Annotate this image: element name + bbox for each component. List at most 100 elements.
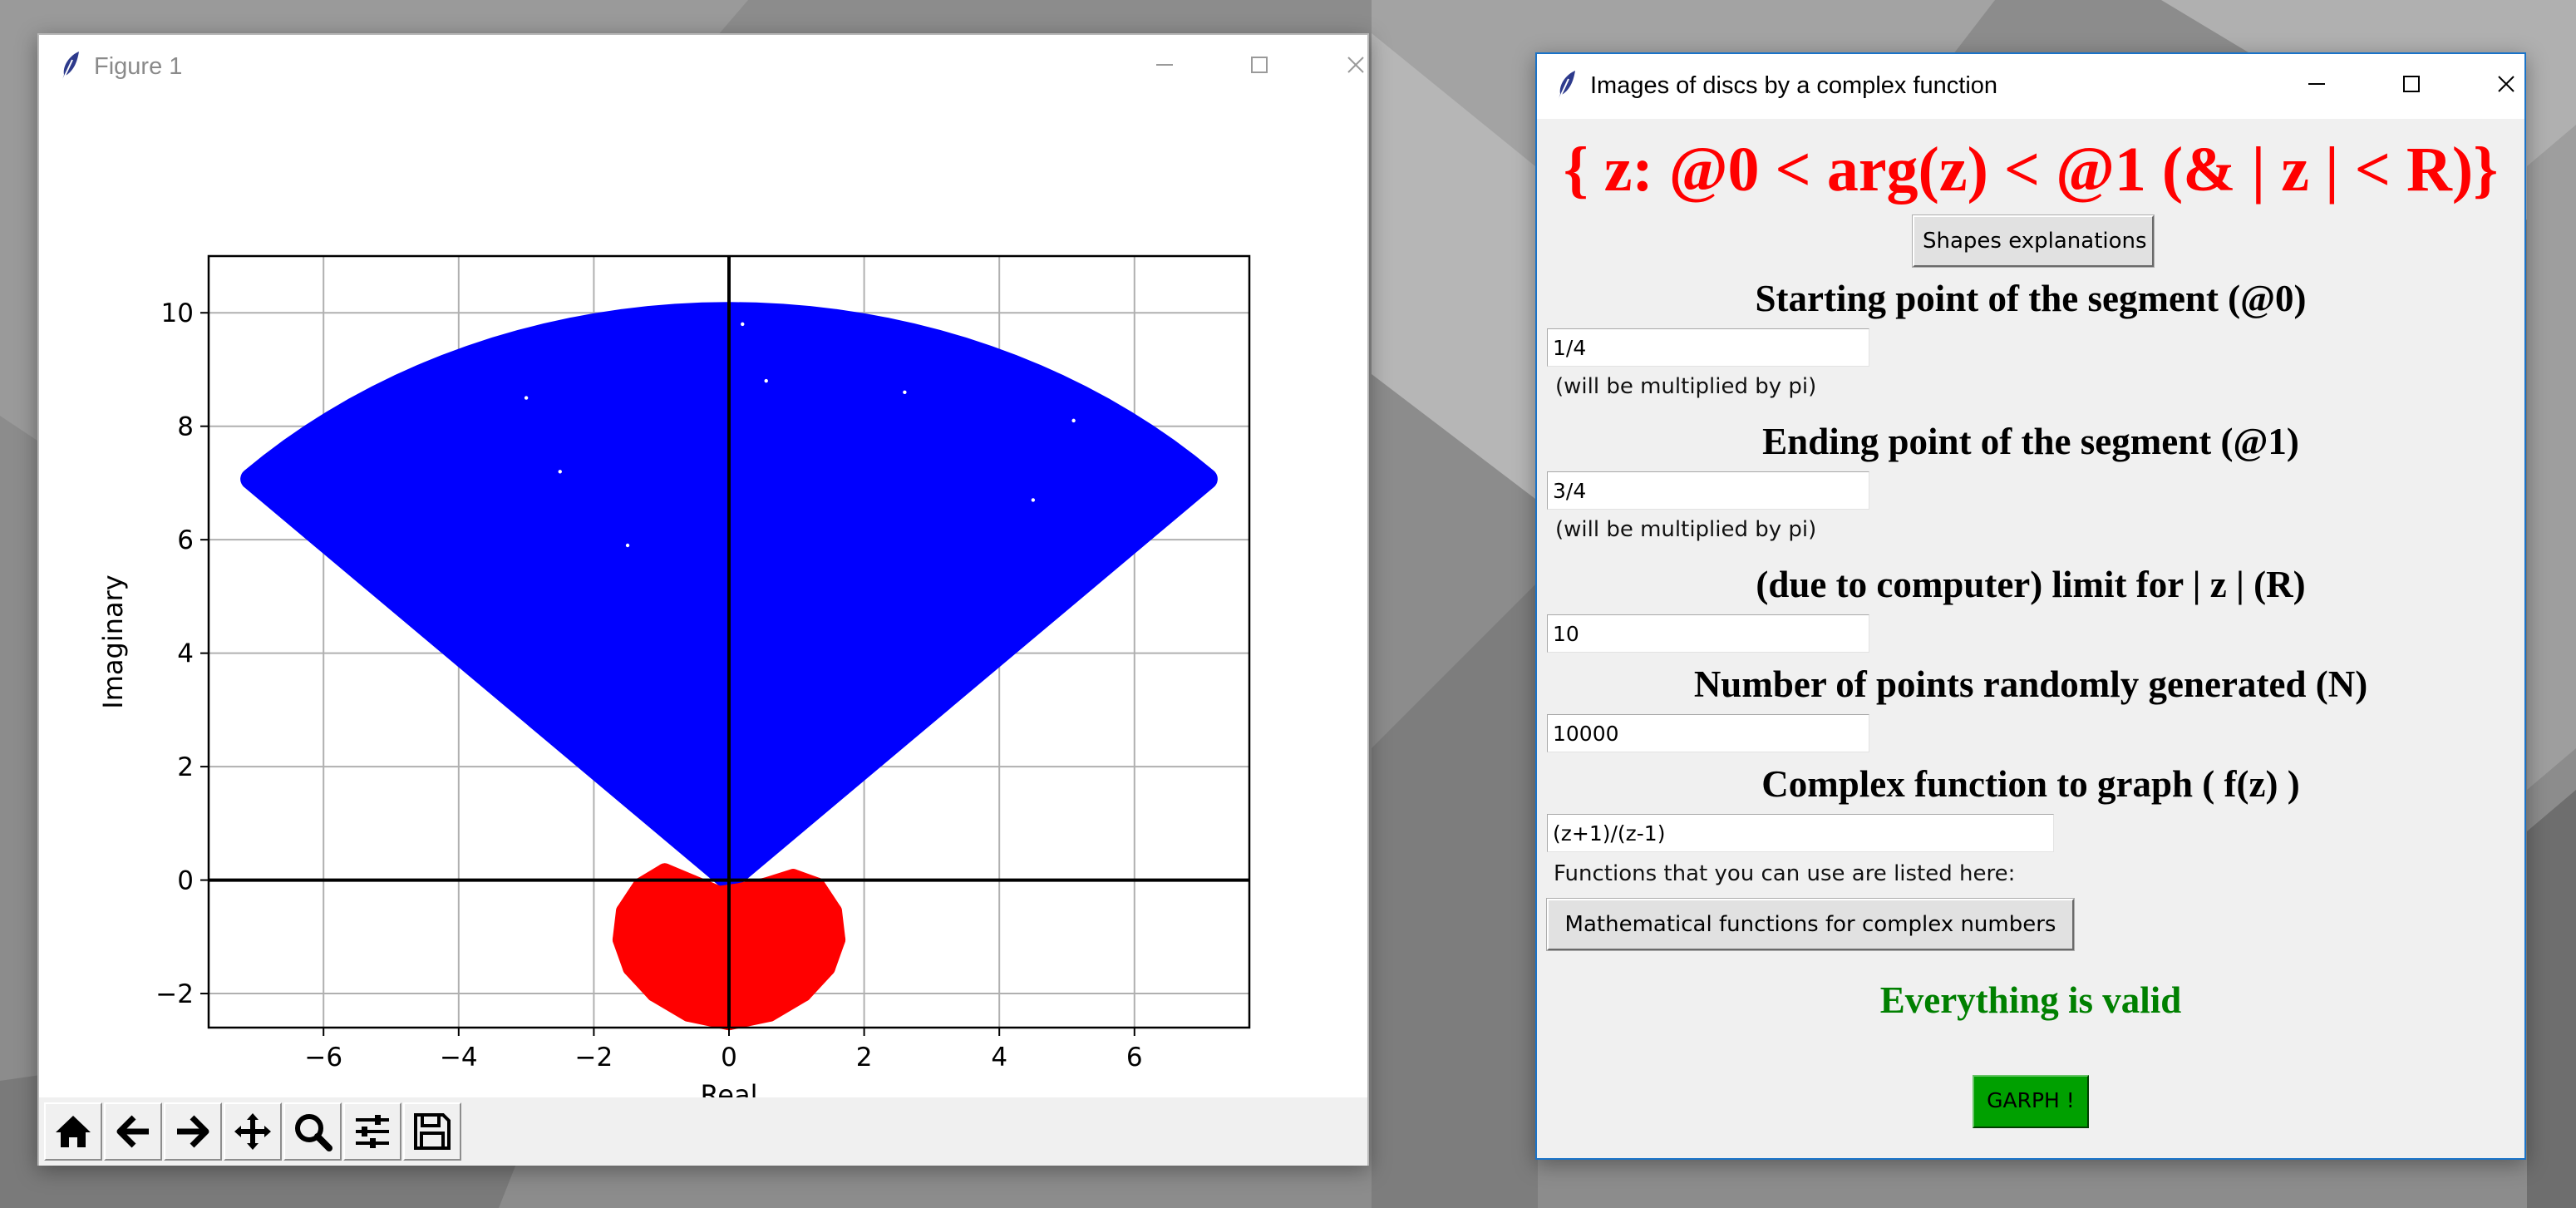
modulus-limit-input[interactable] [1547,614,1869,653]
y-tick-label: 6 [177,525,194,555]
configure-subplots-icon [356,1115,389,1148]
blue-point [1040,373,1061,394]
home-icon [56,1116,91,1147]
plot-canvas[interactable]: −6 −4 −2 0 2 4 6 −2 0 2 4 6 8 10 Real Imaginary [39,100,1367,1097]
blue-point [596,315,617,336]
minimize-button[interactable] [1131,40,1198,90]
y-tick-label: 4 [177,639,194,669]
points-count-label: Number of points randomly generated (N) [1693,663,2368,705]
start-point-note: (will be multiplied by pi) [1555,374,1817,399]
minimize-icon [2308,83,2325,85]
close-button[interactable] [2473,59,2539,109]
red-point [656,863,673,880]
region-definition-heading: { z: @0 < arg(z) < @1 (& | z | < R)} [1563,135,2499,205]
red-point [731,883,748,900]
red-point [646,985,663,1003]
pan-icon [234,1113,271,1150]
blue-point [841,314,862,335]
save-icon [414,1113,451,1150]
maximize-button[interactable] [2378,59,2445,109]
x-tick-label: 6 [1126,1043,1143,1072]
y-tick-label: 2 [177,752,194,782]
y-tick-label: 0 [177,866,194,896]
blue-point [683,304,704,325]
blue-point [1115,412,1135,432]
blue-point [824,311,845,332]
graph-button[interactable]: GARPH ! [1973,1075,2089,1128]
back-button[interactable] [104,1102,162,1161]
blue-gap-speck [1071,418,1076,423]
red-point [680,1004,697,1022]
blue-point [446,356,467,377]
blue-point [942,340,963,361]
x-tick-label: 0 [721,1043,737,1072]
red-point [785,869,802,886]
blue-point [701,303,722,324]
zoom-icon [295,1114,332,1151]
red-point [683,875,701,891]
blue-point [754,306,775,327]
blue-point [894,323,914,343]
forward-button[interactable] [164,1102,222,1161]
points-count-input[interactable] [1547,714,1869,752]
maximize-icon [1251,57,1268,73]
red-point [761,1004,778,1022]
blue-point [579,320,600,341]
y-tick-label: 8 [177,412,194,442]
red-point [818,959,835,977]
close-button[interactable] [1322,40,1389,90]
blue-point [414,367,435,388]
blue-point [925,336,946,357]
navigation-toolbar [39,1097,1367,1166]
x-tick-label: −6 [304,1043,342,1072]
save-button[interactable] [403,1102,461,1161]
blue-point [736,305,757,326]
x-tick-label: −4 [440,1043,478,1072]
maximize-icon [2403,76,2420,92]
minimize-button[interactable] [2283,59,2350,109]
red-point [829,931,846,949]
blue-gap-speck [1031,498,1036,502]
x-tick-label: −2 [575,1043,613,1072]
home-button[interactable] [44,1102,102,1161]
blue-point [875,321,896,342]
red-point [825,903,843,920]
end-point-input[interactable] [1547,471,1869,510]
control-window: Images of discs by a complex function { … [1535,52,2526,1160]
pan-button[interactable] [224,1102,282,1161]
blue-gap-speck [558,470,562,474]
function-input[interactable] [1547,814,2054,852]
blue-point [789,312,810,333]
configure-subplots-button[interactable] [343,1102,401,1161]
y-tick-label: 10 [161,298,194,328]
close-icon [2498,76,2514,92]
y-axis-label: Imaginary [97,574,129,708]
blue-gap-speck [741,322,745,327]
x-axis-label: Real [701,1079,758,1097]
feather-icon [60,52,79,86]
blue-gap-speck [764,378,768,383]
function-label: Complex function to graph ( f(z) ) [1761,763,2300,805]
end-point-label: Ending point of the segment (@1) [1762,421,2299,462]
blue-point [960,342,981,362]
maximize-button[interactable] [1226,40,1293,90]
blue-point [771,310,792,331]
blue-point [1009,359,1030,380]
blue-gap-speck [625,543,630,548]
start-point-input[interactable] [1547,328,1869,367]
control-window-title: Images of discs by a complex function [1590,72,1998,99]
figure-window-title: Figure 1 [94,53,183,80]
blue-gap-speck [524,396,529,400]
start-point-label: Starting point of the segment (@0) [1755,278,2307,319]
figure-titlebar[interactable]: Figure 1 [39,35,1367,100]
blue-point [666,306,687,327]
red-point [615,903,633,920]
zoom-button[interactable] [283,1102,342,1161]
math-functions-button[interactable]: Mathematical functions for complex numbe… [1546,898,2075,951]
shapes-explanations-button[interactable]: Shapes explanations [1912,214,2155,268]
end-point-note: (will be multiplied by pi) [1555,517,1817,542]
control-titlebar[interactable]: Images of discs by a complex function [1537,54,2524,119]
blue-point [648,308,669,329]
figure-window: Figure 1 −6 −4 −2 0 2 4 6 −2 0 2 4 6 8 10 Real Imaginar… [37,33,1369,1166]
minimize-icon [1156,64,1173,66]
